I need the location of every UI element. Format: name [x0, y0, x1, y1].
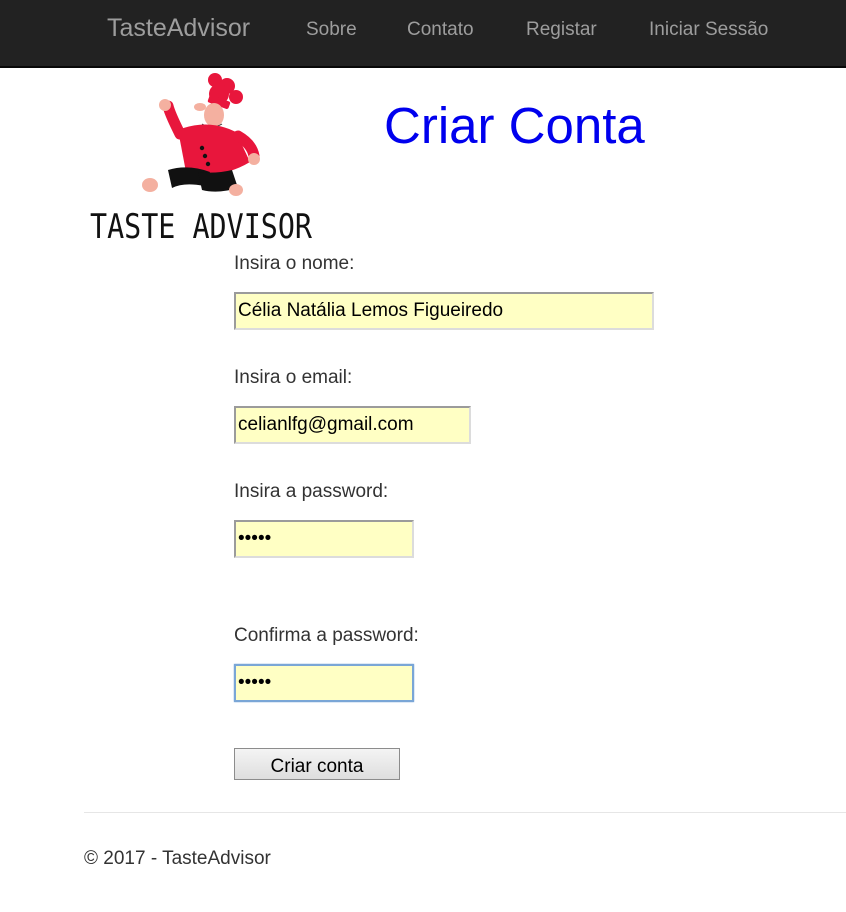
nav-link-sobre[interactable]: Sobre: [306, 19, 357, 41]
svg-text:TASTE ADVISOR: TASTE ADVISOR: [90, 207, 312, 244]
confirm-password-label: Confirma a password:: [234, 625, 419, 646]
create-account-button[interactable]: Criar conta: [234, 748, 400, 780]
password-field[interactable]: [234, 520, 414, 558]
password-label: Insira a password:: [234, 481, 389, 502]
footer-divider: [84, 812, 846, 813]
email-label: Insira o email:: [234, 367, 353, 388]
footer-copyright: © 2017 - TasteAdvisor: [84, 848, 271, 869]
confirm-password-field[interactable]: [234, 664, 414, 702]
nav-link-contato[interactable]: Contato: [407, 19, 474, 41]
email-field[interactable]: [234, 406, 471, 444]
navbar: TasteAdvisor Sobre Contato Registar Inic…: [0, 0, 846, 68]
taste-advisor-logo: TASTE ADVISOR: [88, 72, 318, 247]
brand-link[interactable]: TasteAdvisor: [107, 14, 250, 43]
name-field[interactable]: [234, 292, 654, 330]
name-label: Insira o nome:: [234, 253, 355, 274]
nav-link-registar[interactable]: Registar: [526, 19, 597, 41]
page-title: Criar Conta: [384, 97, 645, 154]
nav-link-iniciar-sessao[interactable]: Iniciar Sessão: [649, 19, 768, 41]
chef-logo-icon: TASTE ADVISOR: [90, 73, 312, 247]
